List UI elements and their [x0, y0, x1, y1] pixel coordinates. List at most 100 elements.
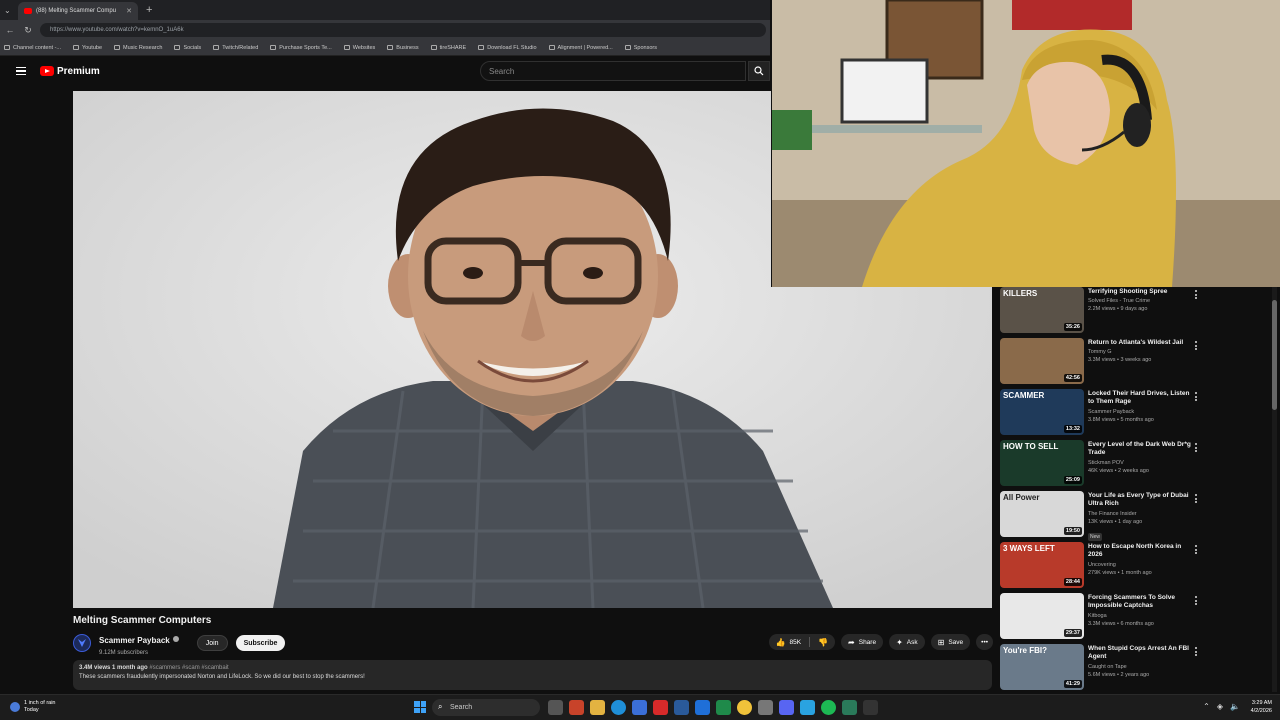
taskbar-search-input[interactable]: Search	[432, 699, 540, 716]
url-field[interactable]: https://www.youtube.com/watch?v=kemnO_1u…	[40, 23, 766, 37]
video-title-link[interactable]: Forcing Scammers To Solve Impossible Cap…	[1088, 594, 1196, 611]
video-thumbnail[interactable]: SCAMMER 13:32	[1000, 389, 1084, 435]
channel-name-link[interactable]: Caught on Tape	[1088, 664, 1196, 670]
video-title-link[interactable]: Your Life as Every Type of Dubai Ultra R…	[1088, 492, 1196, 509]
bookmark-item[interactable]: Business	[387, 45, 419, 51]
video-thumbnail[interactable]: You're FBI? 41:29	[1000, 644, 1084, 690]
search-button[interactable]	[748, 61, 770, 81]
hashtags[interactable]: #scammers #scam #scambait	[149, 665, 228, 671]
save-button[interactable]: ⊞ Save	[930, 634, 971, 650]
channel-name-link[interactable]: The Finance Insider	[1088, 511, 1196, 517]
video-title-link[interactable]: Return to Atlanta's Wildest Jail	[1088, 339, 1196, 347]
tab-close-icon[interactable]: ✕	[126, 7, 132, 15]
subscribe-button[interactable]: Subscribe	[235, 635, 286, 651]
weather-widget[interactable]: 1 inch of rain Today	[10, 700, 56, 714]
bookmark-item[interactable]: Download FL Studio	[478, 45, 537, 51]
bookmark-item[interactable]: Channel content -...	[4, 45, 61, 51]
recommended-video[interactable]: SCAMMER 13:32 Locked Their Hard Drives, Li…	[1000, 389, 1270, 437]
video-title-link[interactable]: Terrifying Shooting Spree	[1088, 288, 1196, 296]
more-options-icon[interactable]	[1195, 545, 1198, 554]
chevron-up-icon[interactable]: ⌃	[1203, 702, 1210, 711]
bookmark-item[interactable]: Sponsors	[624, 45, 657, 51]
browser-tab[interactable]: (88) Melting Scammer Compu ✕	[18, 2, 138, 20]
bookmark-item[interactable]: Alignment | Powered...	[548, 45, 613, 51]
recommended-video[interactable]: 3 WAYS LEFT 28:44 How to Escape North Kore…	[1000, 542, 1270, 590]
more-options-icon[interactable]	[1195, 596, 1198, 605]
recommended-video[interactable]: 42:56 Return to Atlanta's Wildest Jail Tom…	[1000, 338, 1270, 386]
more-options-icon[interactable]	[1195, 443, 1198, 452]
network-icon[interactable]: ◈	[1217, 702, 1223, 711]
channel-name-link[interactable]: Scammer Payback	[1088, 409, 1196, 415]
obs-icon[interactable]	[863, 700, 878, 715]
recommended-video[interactable]: You're FBI? 41:29 When Stupid Cops Arrest …	[1000, 644, 1270, 692]
recommended-video[interactable]: 29:37 Forcing Scammers To Solve Impossibl…	[1000, 593, 1270, 641]
video-title-link[interactable]: How to Escape North Korea in 2026	[1088, 543, 1196, 560]
edge-icon[interactable]	[611, 700, 626, 715]
steam-icon[interactable]	[674, 700, 689, 715]
bookmark-item[interactable]: Purchase Sports Te...	[270, 45, 332, 51]
video-thumbnail[interactable]: All Power 19:50	[1000, 491, 1084, 537]
dislike-icon[interactable]: 👎	[818, 638, 835, 647]
description-box[interactable]: 3.4M views 1 month ago #scammers #scam #…	[73, 660, 992, 690]
bookmark-item[interactable]: Websites	[343, 45, 375, 51]
channel-name-link[interactable]: Kitboga	[1088, 613, 1196, 619]
bookmark-item[interactable]: Socials	[174, 45, 201, 51]
windows-start-icon[interactable]	[414, 701, 426, 713]
tab-list-icon[interactable]: ⌄	[4, 6, 18, 15]
speaker-icon[interactable]: 🔈	[1230, 702, 1240, 711]
channel-name-link[interactable]: Solved Files - True Crime	[1088, 298, 1196, 304]
video-thumbnail[interactable]: 29:37	[1000, 593, 1084, 639]
channel-name[interactable]: Scammer Payback	[99, 636, 170, 645]
like-icon[interactable]: 👍	[776, 638, 786, 647]
bookmark-item[interactable]: Music Research	[114, 45, 162, 51]
excel-icon[interactable]	[716, 700, 731, 715]
channel-name-link[interactable]: Uncovering	[1088, 562, 1196, 568]
video-thumbnail[interactable]: HOW TO SELL 25:09	[1000, 440, 1084, 486]
more-actions-icon[interactable]: •••	[976, 634, 993, 650]
task-view-icon[interactable]	[548, 700, 563, 715]
channel-name-link[interactable]: Tommy G	[1088, 349, 1196, 355]
channel-avatar[interactable]	[73, 634, 91, 652]
discord-icon[interactable]	[779, 700, 794, 715]
join-button[interactable]: Join	[196, 635, 228, 651]
back-icon[interactable]: ←	[4, 25, 16, 35]
more-options-icon[interactable]	[1195, 647, 1198, 656]
recommended-video[interactable]: KILLERS 35:26 Terrifying Shooting Spree Sol…	[1000, 287, 1270, 335]
more-options-icon[interactable]	[1195, 392, 1198, 401]
like-count[interactable]: 85K	[789, 639, 801, 646]
terminal-icon[interactable]	[842, 700, 857, 715]
bookmark-item[interactable]: Youtube	[73, 45, 102, 51]
clock[interactable]: 3:29 AM 4/2/2026	[1251, 700, 1272, 715]
search-input[interactable]: Search	[480, 61, 746, 81]
spotify-icon[interactable]	[821, 700, 836, 715]
video-title-link[interactable]: Locked Their Hard Drives, Listen to Them…	[1088, 390, 1196, 407]
more-options-icon[interactable]	[1195, 341, 1198, 350]
game-app-icon[interactable]	[653, 700, 668, 715]
outlook-icon[interactable]	[695, 700, 710, 715]
recommended-video[interactable]: All Power 19:50 Your Life as Every Type of…	[1000, 491, 1270, 541]
video-thumbnail[interactable]: KILLERS 35:26	[1000, 287, 1084, 333]
bookmark-item[interactable]: Twitch/Related	[213, 45, 258, 51]
reload-icon[interactable]: ↻	[22, 25, 34, 36]
video-thumbnail[interactable]: 3 WAYS LEFT 28:44	[1000, 542, 1084, 588]
ask-button[interactable]: ✦ Ask	[889, 634, 925, 650]
video-thumbnail[interactable]: 42:56	[1000, 338, 1084, 384]
media-app-icon[interactable]	[569, 700, 584, 715]
bookmark-item[interactable]: tireSHARE	[430, 45, 466, 51]
youtube-logo[interactable]: Premium	[40, 66, 100, 77]
video-title-link[interactable]: When Stupid Cops Arrest An FBI Agent	[1088, 645, 1196, 662]
scrollbar-thumb[interactable]	[1272, 300, 1277, 410]
store-icon[interactable]	[632, 700, 647, 715]
more-options-icon[interactable]	[1195, 290, 1198, 299]
more-options-icon[interactable]	[1195, 494, 1198, 503]
menu-icon[interactable]	[16, 66, 26, 76]
video-title-link[interactable]: Every Level of the Dark Web Dr*g Trade	[1088, 441, 1196, 458]
share-button[interactable]: ➦ Share	[841, 634, 884, 650]
gear-icon[interactable]	[758, 700, 773, 715]
chrome-icon[interactable]	[737, 700, 752, 715]
file-explorer-icon[interactable]	[590, 700, 605, 715]
new-tab-icon[interactable]: +	[146, 4, 152, 16]
recommended-video[interactable]: HOW TO SELL 25:09 Every Level of the Dark …	[1000, 440, 1270, 488]
channel-name-link[interactable]: Stickman POV	[1088, 460, 1196, 466]
telegram-icon[interactable]	[800, 700, 815, 715]
